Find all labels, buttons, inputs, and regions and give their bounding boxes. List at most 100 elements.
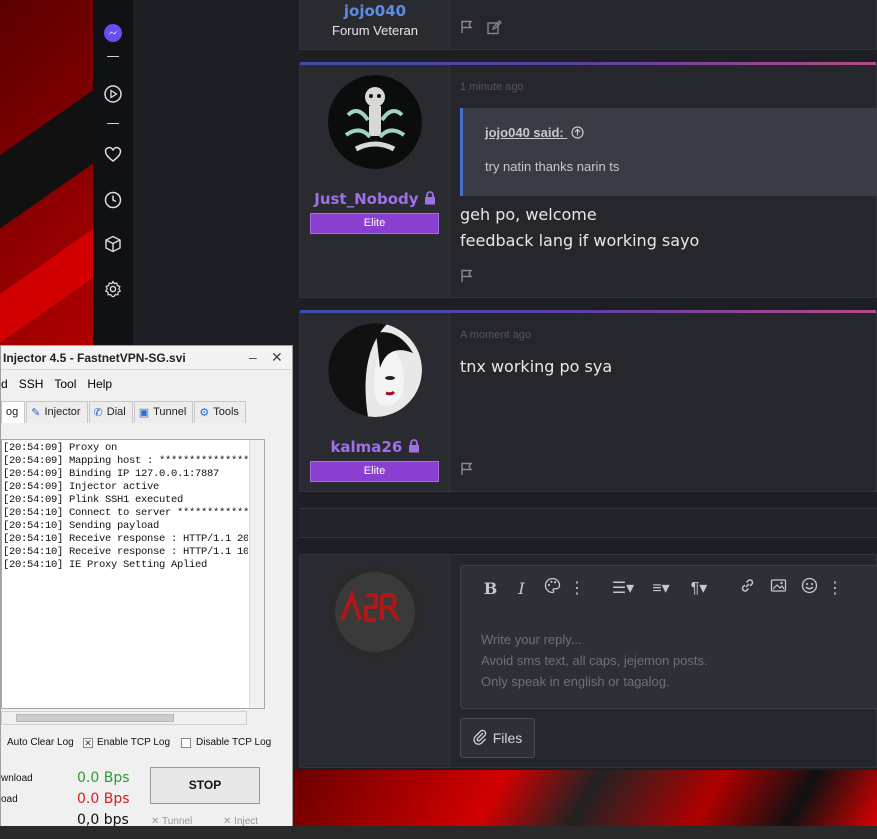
user-title: Forum Veteran [332, 23, 418, 38]
report-flag-icon[interactable] [460, 462, 474, 476]
avatar[interactable] [328, 323, 422, 417]
smiley-icon[interactable] [794, 577, 825, 599]
disable-tcp-checkbox[interactable] [181, 738, 191, 748]
post-user-column: Just_Nobody Elite [300, 65, 450, 297]
menu-item[interactable]: Help [87, 377, 112, 397]
extensions-cube-icon[interactable] [103, 234, 123, 254]
divider-bar [299, 508, 877, 538]
enable-tcp-checkbox[interactable]: ✕ [83, 738, 93, 748]
log-line: [20:54:10] Connect to server ***********… [3, 507, 248, 519]
tab-bar: og ✎ Injector ✆ Dial ▣ Tunnel ⚙ Tools [1, 401, 269, 425]
italic-icon[interactable]: I [506, 579, 537, 598]
log-line: [20:54:09] Plink SSH1 executed [3, 494, 184, 506]
injector-window: Injector 4.5 - FastnetVPN-SG.svi – ✕ d S… [0, 345, 293, 839]
log-box[interactable]: [20:54:09] Proxy on [20:54:09] Mapping ho… [1, 439, 265, 709]
post-time[interactable]: 1 minute ago [460, 81, 524, 93]
bold-icon[interactable]: B [475, 579, 506, 598]
post-username[interactable]: kalma26 [300, 438, 450, 457]
log-line: [20:54:09] Binding IP 127.0.0.1:7887 [3, 468, 220, 480]
post-line: geh po, welcome [460, 205, 597, 224]
menu-item[interactable]: d [1, 377, 8, 397]
upload-stat: oad 0.0 Bps [1, 791, 130, 807]
minimize-button[interactable]: – [249, 349, 257, 365]
report-flag-icon[interactable] [460, 269, 474, 283]
scrollbar-thumb[interactable] [16, 714, 174, 722]
attach-files-button[interactable]: Files [460, 718, 535, 758]
post-user-column: kalma26 Elite [300, 313, 450, 491]
download-stat: wnload 0.0 Bps [1, 770, 130, 786]
lock-icon [408, 439, 420, 457]
palette-icon[interactable] [537, 577, 568, 599]
log-line: [20:54:10] Receive response : HTTP/1.1 1… [3, 546, 248, 558]
player-icon[interactable] [103, 84, 123, 104]
tab-dial[interactable]: ✆ Dial [88, 401, 133, 423]
log-options: Auto Clear Log ✕ Enable TCP Log Disable … [1, 736, 281, 752]
align-icon[interactable]: ≡▾ [642, 578, 680, 598]
list-icon[interactable]: ☰▾ [604, 578, 642, 598]
log-line: [20:54:09] Mapping host : **************… [3, 455, 248, 467]
image-icon[interactable] [763, 577, 794, 599]
post-user-column [300, 555, 450, 767]
more-vertical-icon[interactable]: ⋮ [568, 578, 586, 598]
settings-gear-icon[interactable] [103, 279, 123, 299]
tools-icon: ⚙ [199, 407, 210, 419]
edit-icon[interactable] [487, 20, 502, 40]
tab-tools[interactable]: ⚙ Tools [194, 401, 246, 423]
quote-block: jojo040 said: try natin thanks narin ts [460, 108, 877, 196]
taskbar [0, 826, 877, 839]
paragraph-icon[interactable]: ¶▾ [680, 578, 718, 598]
stop-button[interactable]: STOP [150, 767, 260, 804]
arrow-up-circle-icon[interactable] [571, 126, 584, 142]
tab-tunnel[interactable]: ▣ Tunnel [133, 401, 194, 423]
post-user-column: jojo040 Forum Veteran [300, 0, 450, 49]
syringe-icon: ✎ [31, 407, 41, 419]
tunnel-icon: ▣ [138, 407, 150, 419]
disable-tcp-label[interactable]: Disable TCP Log [196, 737, 271, 748]
browser-sidebar [93, 0, 133, 345]
post-body: tnx working po sya [460, 357, 613, 376]
log-line: [20:54:10] Sending payload [3, 520, 160, 532]
tab-injector[interactable]: ✎ Injector [26, 401, 88, 423]
heart-icon[interactable] [103, 145, 123, 165]
sidebar-divider [107, 123, 119, 124]
log-line: [20:54:09] Injector active [3, 481, 160, 493]
report-flag-icon[interactable] [460, 20, 474, 39]
post-time[interactable]: A moment ago [460, 329, 531, 341]
post-just-nobody: Just_Nobody Elite 1 minute ago jojo040 s… [299, 62, 877, 298]
post-username[interactable]: Just_Nobody [300, 190, 450, 209]
rank-badge: Elite [310, 461, 439, 482]
tab-log[interactable]: og [1, 401, 26, 423]
vertical-scrollbar[interactable] [249, 440, 264, 708]
avatar[interactable] [328, 565, 422, 659]
post-line: feedback lang if working sayo [460, 231, 700, 250]
log-line: [20:54:09] Proxy on [3, 442, 118, 454]
menu-item[interactable]: Tool [54, 377, 76, 397]
quote-author[interactable]: jojo040 said: [485, 125, 584, 142]
phone-icon: ✆ [93, 407, 103, 419]
editor-toolbar: B I ⋮ ☰▾ ≡▾ ¶▾ ⋮ [461, 566, 877, 610]
horizontal-scrollbar[interactable] [1, 711, 247, 725]
lock-icon [424, 191, 436, 209]
history-clock-icon[interactable] [103, 190, 123, 210]
close-button[interactable]: ✕ [271, 349, 283, 366]
sidebar-divider [107, 56, 119, 57]
menu-item[interactable]: SSH [19, 377, 44, 397]
log-line: [20:54:10] Receive response : HTTP/1.1 2… [3, 533, 248, 545]
paperclip-icon [473, 729, 487, 748]
avatar[interactable] [328, 75, 422, 169]
auto-clear-label[interactable]: Auto Clear Log [7, 737, 74, 748]
enable-tcp-label[interactable]: Enable TCP Log [97, 737, 170, 748]
post-username[interactable]: jojo040 [300, 2, 450, 20]
menu-bar: d SSH Tool Help [1, 377, 112, 397]
more-vertical-icon[interactable]: ⋮ [825, 578, 845, 598]
rank-badge: Elite [310, 213, 439, 234]
reply-placeholder: Write your reply... Avoid sms text, all … [481, 632, 708, 689]
post-kalma26: kalma26 Elite A moment ago tnx working p… [299, 310, 877, 492]
log-line: [20:54:10] IE Proxy Setting Aplied [3, 559, 208, 571]
reply-editor[interactable]: B I ⋮ ☰▾ ≡▾ ¶▾ ⋮ Write your reply... Avo… [460, 565, 877, 709]
post-jojo040: jojo040 Forum Veteran [299, 0, 877, 50]
messenger-icon[interactable] [103, 23, 123, 43]
quote-text: try natin thanks narin ts [485, 159, 620, 174]
link-icon[interactable] [732, 577, 763, 599]
post-body: geh po, welcome feedback lang if working… [460, 202, 699, 254]
